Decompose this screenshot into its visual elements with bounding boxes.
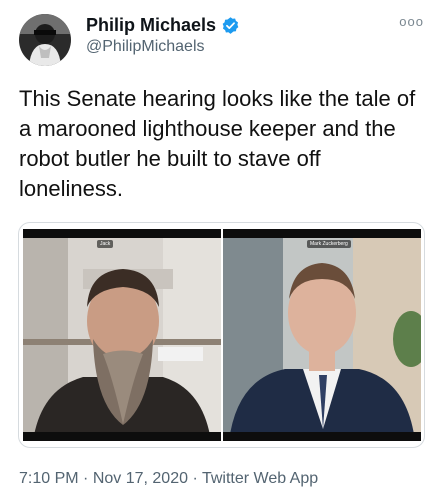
avatar-image	[19, 14, 71, 66]
name-row: Philip Michaels	[86, 14, 240, 36]
tweet-media[interactable]: Jack Mark Zuckerberg	[18, 222, 425, 448]
tweet-meta: 7:10 PM · Nov 17, 2020 · Twitter Web App	[19, 470, 318, 488]
display-name[interactable]: Philip Michaels	[86, 14, 216, 36]
tweet-card: Philip Michaels @PhilipMichaels ooo This…	[0, 0, 442, 500]
video-bar-bottom	[223, 432, 421, 441]
tweet-time[interactable]: 7:10 PM	[19, 470, 79, 487]
meta-separator: ·	[78, 470, 93, 487]
verified-badge-icon	[221, 16, 240, 35]
video-still-right	[223, 229, 421, 441]
video-still-left	[23, 229, 221, 441]
video-bar-top	[23, 229, 221, 238]
participant-caption-right: Mark Zuckerberg	[307, 240, 351, 248]
video-bar-top	[223, 229, 421, 238]
tweet-date[interactable]: Nov 17, 2020	[93, 470, 188, 487]
video-bar-bottom	[23, 432, 221, 441]
more-options-icon[interactable]: ooo	[399, 14, 424, 29]
participant-caption-left: Jack	[97, 240, 114, 248]
meta-separator: ·	[188, 470, 202, 487]
tweet-text: This Senate hearing looks like the tale …	[19, 86, 416, 201]
video-panel-left: Jack	[23, 229, 221, 441]
user-handle[interactable]: @PhilipMichaels	[86, 38, 205, 56]
avatar[interactable]	[19, 14, 71, 66]
tweet-source[interactable]: Twitter Web App	[202, 470, 318, 487]
video-panel-right: Mark Zuckerberg	[223, 229, 421, 441]
